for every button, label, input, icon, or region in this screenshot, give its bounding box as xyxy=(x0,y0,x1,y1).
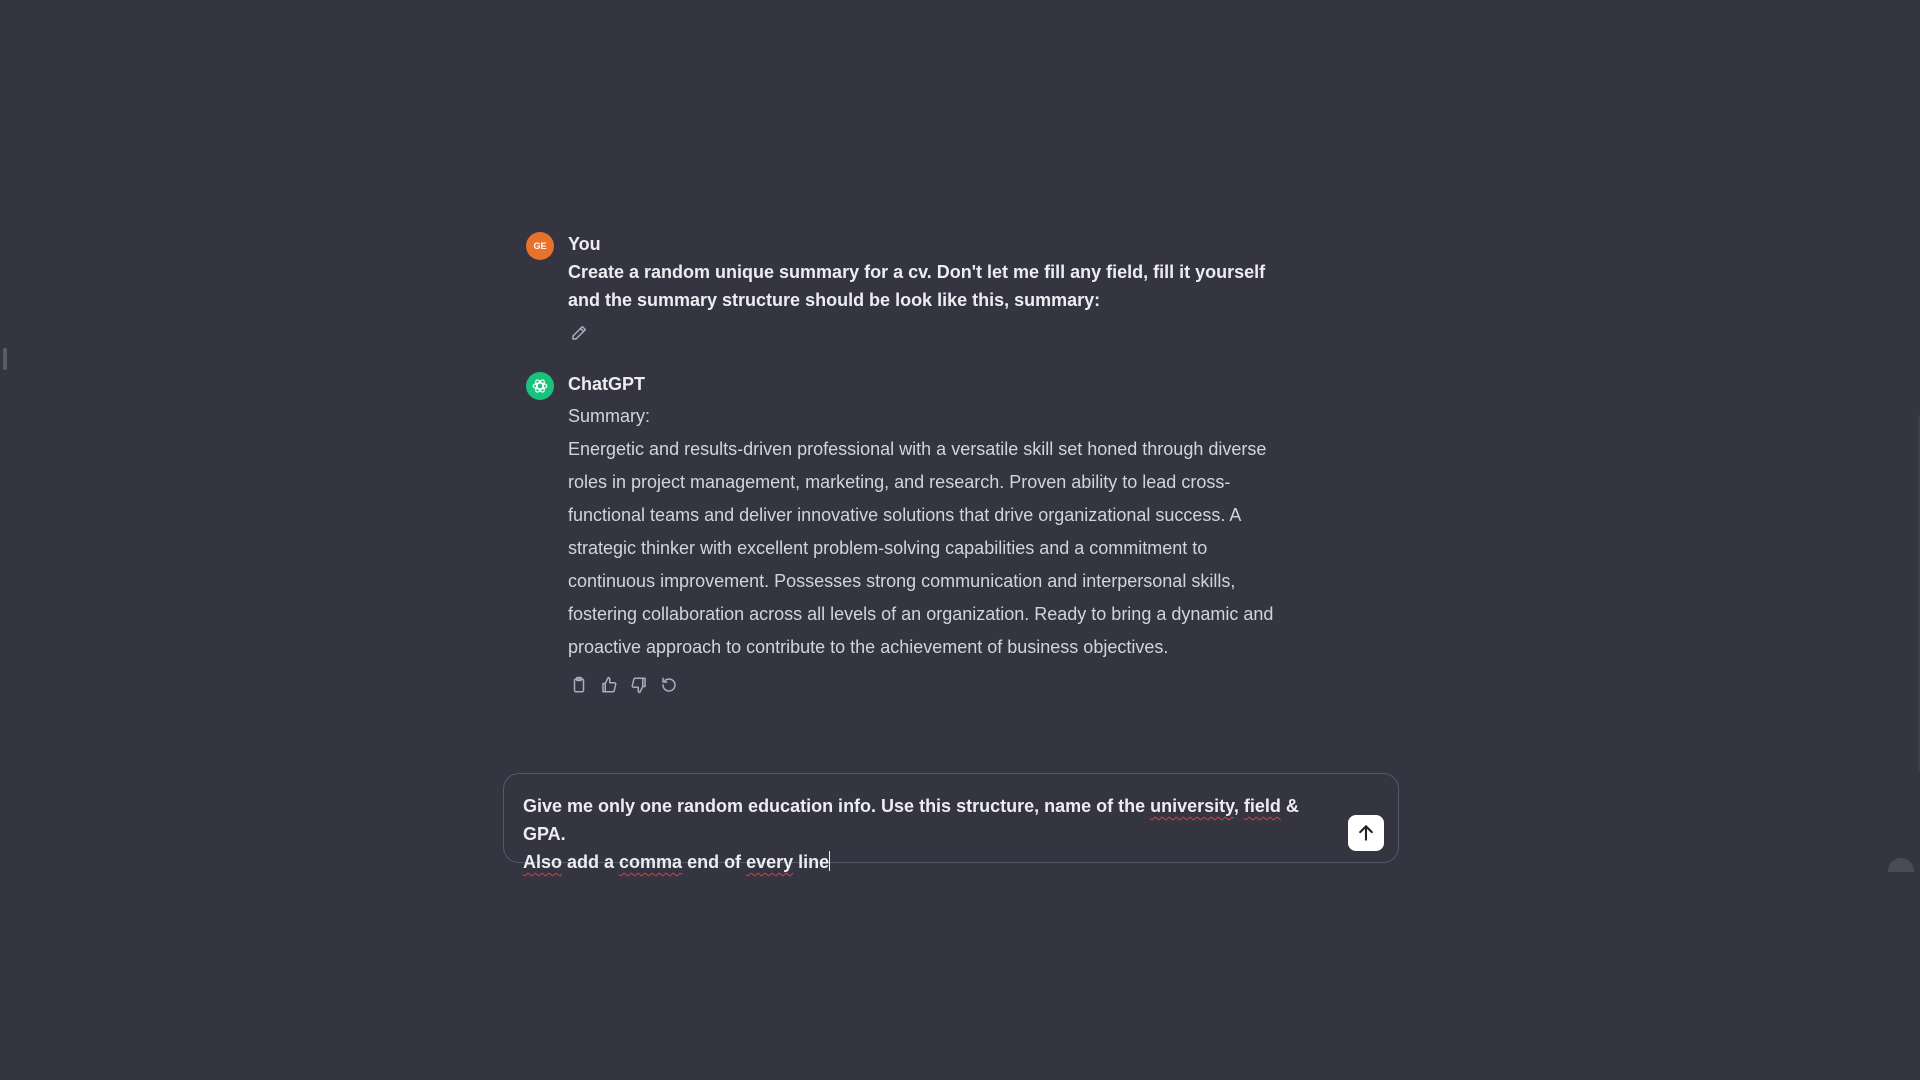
user-message: GE You Create a random unique summary fo… xyxy=(526,232,1286,344)
openai-logo-icon xyxy=(526,372,554,400)
user-avatar: GE xyxy=(526,232,554,260)
assistant-message: ChatGPT Summary: Energetic and results-d… xyxy=(526,372,1286,696)
user-author-name: You xyxy=(568,234,601,254)
thumbs-up-icon[interactable] xyxy=(598,674,620,696)
message-composer[interactable]: Give me only one random education info. … xyxy=(503,773,1399,872)
assistant-summary-body: Energetic and results-driven professiona… xyxy=(568,439,1274,657)
copy-icon[interactable] xyxy=(568,674,590,696)
arrow-up-icon xyxy=(1359,825,1373,841)
regenerate-icon[interactable] xyxy=(658,674,680,696)
assistant-author-name: ChatGPT xyxy=(568,374,646,394)
scroll-to-bottom-button[interactable] xyxy=(1888,858,1914,872)
assistant-summary-heading: Summary: xyxy=(568,406,651,426)
thumbs-down-icon[interactable] xyxy=(628,674,650,696)
message-input[interactable]: Give me only one random education info. … xyxy=(523,792,1323,876)
chat-page: GE You Create a random unique summary fo… xyxy=(0,0,1920,1080)
message-input-line-2: Also add a comma end of every line xyxy=(523,851,831,872)
text-caret xyxy=(829,851,831,871)
conversation-thread: GE You Create a random unique summary fo… xyxy=(526,230,1286,696)
assistant-message-text: Summary: Energetic and results-driven pr… xyxy=(568,400,1286,664)
sidebar-toggle-handle[interactable] xyxy=(3,348,7,370)
user-message-text: Create a random unique summary for a cv.… xyxy=(568,262,1266,310)
message-input-line-1: Give me only one random education info. … xyxy=(523,796,1299,844)
pencil-icon[interactable] xyxy=(568,322,590,344)
send-button[interactable] xyxy=(1348,815,1384,851)
message-actions xyxy=(568,674,1286,696)
